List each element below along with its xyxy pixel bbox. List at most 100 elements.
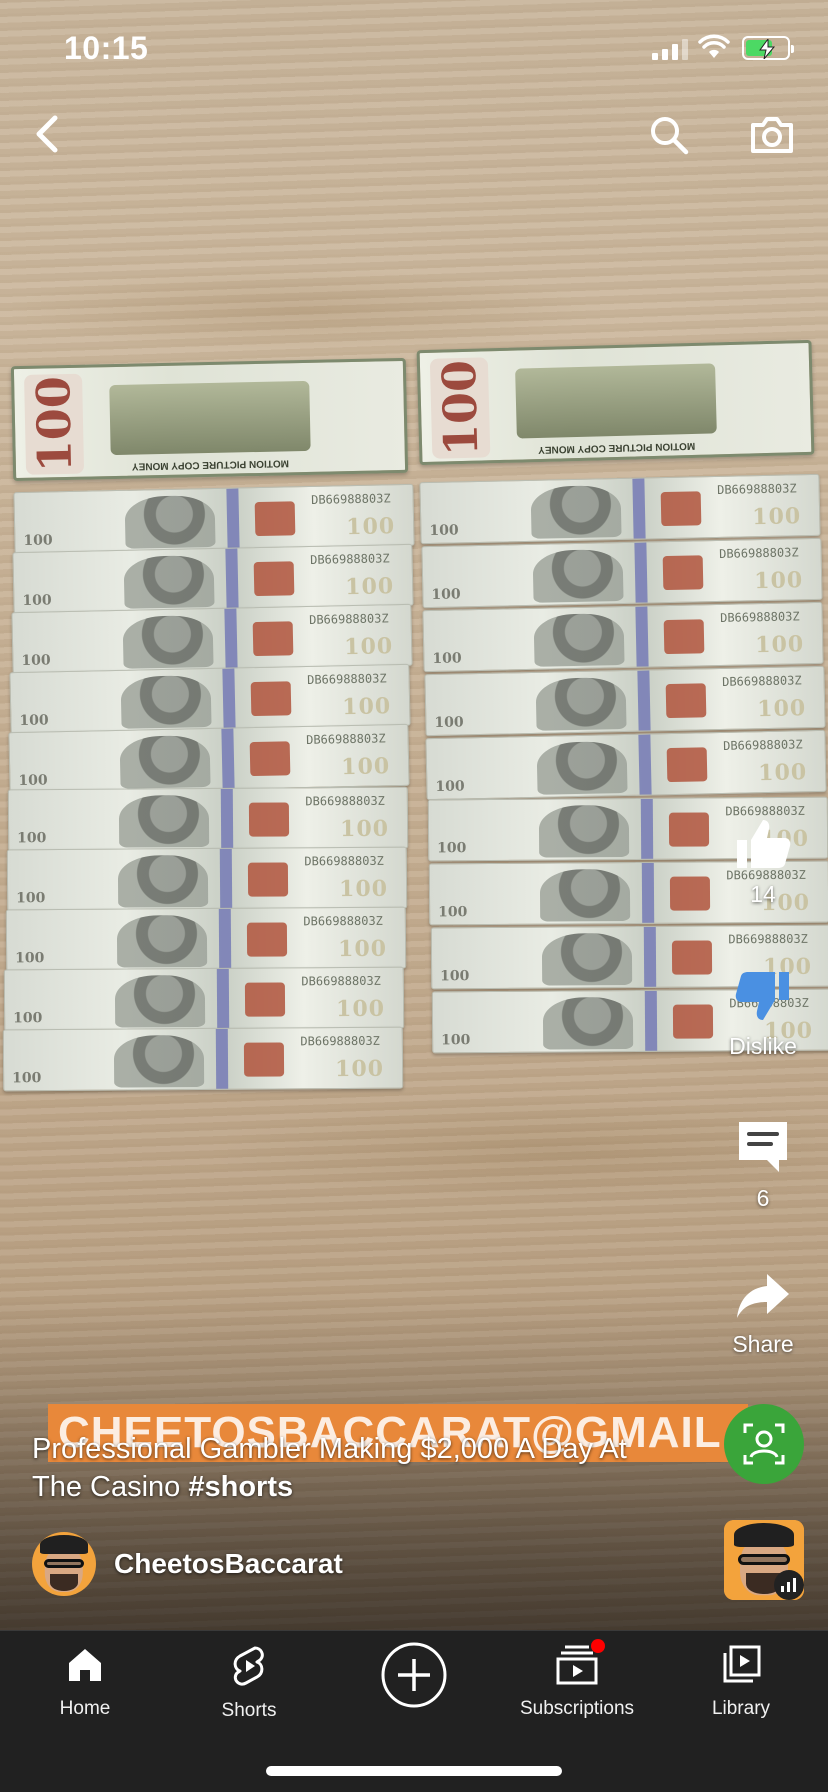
- back-button[interactable]: [24, 108, 72, 160]
- bill-value: 100: [335, 1055, 385, 1083]
- bill-value: 100: [345, 513, 396, 541]
- bill-corner-value: 100: [435, 778, 465, 795]
- bill-serial: DB66988803Z: [727, 931, 808, 947]
- nav-shorts-label: Shorts: [221, 1700, 277, 1721]
- camera-icon: [751, 117, 793, 153]
- bill-corner-value: 100: [436, 840, 466, 857]
- bill-front: DB66988803Z 100 100: [422, 601, 824, 673]
- bill-back-right: 100 MOTION PICTURE COPY MONEY: [416, 339, 815, 466]
- library-icon: [723, 1645, 761, 1683]
- bill-front: DB66988803Z 100 100: [12, 543, 414, 615]
- bill-value: 100: [343, 633, 394, 661]
- bill-front: DB66988803Z 100 100: [6, 846, 408, 912]
- bill-front: DB66988803Z 100 100: [423, 665, 826, 737]
- comment-icon: [739, 1122, 787, 1172]
- bill-corner-value: 100: [17, 830, 47, 847]
- bill-value: 100: [756, 695, 806, 723]
- bill-value: 100: [753, 567, 803, 595]
- nav-create[interactable]: [339, 1641, 489, 1714]
- dislike-label: Dislike: [729, 1033, 797, 1059]
- bill-corner-value: 100: [432, 650, 462, 667]
- comment-count: 6: [756, 1185, 770, 1211]
- bill-serial: DB66988803Z: [307, 671, 388, 687]
- bill-value: 100: [340, 815, 390, 843]
- home-icon: [69, 1649, 101, 1681]
- channel-avatar[interactable]: [32, 1532, 96, 1596]
- green-effect-button[interactable]: [724, 1404, 804, 1484]
- sound-thumbnail[interactable]: [724, 1520, 804, 1600]
- bill-corner-value: 100: [18, 772, 49, 789]
- bill-front: DB66988803Z 100 100: [10, 603, 413, 675]
- bill-value: 100: [336, 995, 386, 1023]
- share-label: Share: [732, 1331, 794, 1357]
- video-player[interactable]: 100 MOTION PICTURE COPY MONEY 100 MOTION…: [0, 0, 828, 1630]
- bill-building: [109, 380, 311, 456]
- bill-serial: DB66988803Z: [722, 737, 803, 753]
- bill-value: 100: [342, 693, 392, 721]
- bill-corner-value: 100: [19, 712, 50, 729]
- bill-front: DB66988803Z 100 100: [425, 729, 827, 801]
- bill-value: 100: [341, 753, 391, 781]
- cellular-signal-icon: [652, 38, 688, 60]
- bill-corner-value: 100: [22, 592, 52, 609]
- bill-front: DB66988803Z 100 100: [9, 663, 411, 735]
- video-title-text: Professional Gambler Making $2,000 A Day…: [32, 1433, 627, 1503]
- chevron-left-icon: [36, 115, 58, 153]
- bill-serial: DB66988803Z: [302, 913, 383, 929]
- bill-corner-value: 100: [430, 586, 461, 603]
- bill-corner-value: 100: [429, 522, 459, 539]
- bill-front: DB66988803Z 100 100: [8, 723, 410, 795]
- bill-serial: DB66988803Z: [309, 551, 390, 567]
- search-button[interactable]: [644, 110, 694, 160]
- camera-button[interactable]: [746, 110, 798, 160]
- charging-bolt-icon: [759, 39, 776, 59]
- bill-serial: DB66988803Z: [718, 545, 799, 561]
- bill-front: DB66988803Z 100 100: [420, 537, 823, 609]
- home-indicator: [266, 1766, 562, 1776]
- bill-back-caption: MOTION PICTURE COPY MONEY: [538, 439, 696, 456]
- sound-wave-icon: [774, 1570, 804, 1600]
- nav-subscriptions[interactable]: Subscriptions: [502, 1639, 652, 1720]
- bill-front: DB66988803Z 100 100: [13, 483, 415, 555]
- battery-icon: [742, 36, 794, 60]
- like-button[interactable]: 14: [708, 818, 818, 908]
- bill-serial: DB66988803Z: [724, 803, 805, 819]
- bill-front: DB66988803Z 100 100: [2, 1026, 404, 1092]
- bill-front: DB66988803Z 100 100: [5, 906, 406, 972]
- bill-back-value: 100: [24, 373, 85, 475]
- bill-corner-value: 100: [439, 968, 469, 985]
- share-button[interactable]: Share: [708, 1272, 818, 1358]
- bill-serial: DB66988803Z: [300, 1033, 381, 1049]
- status-bar: 10:15: [0, 0, 828, 96]
- status-time: 10:15: [64, 30, 149, 66]
- bill-corner-value: 100: [13, 1010, 43, 1027]
- video-title[interactable]: Professional Gambler Making $2,000 A Day…: [32, 1430, 672, 1506]
- bill-value: 100: [344, 573, 395, 601]
- bill-value: 100: [754, 631, 805, 659]
- bill-serial: DB66988803Z: [305, 793, 385, 809]
- nav-subscriptions-label: Subscriptions: [519, 1698, 635, 1719]
- bill-corner-value: 100: [433, 714, 464, 731]
- dislike-button[interactable]: Dislike: [708, 970, 818, 1060]
- bill-back-caption: MOTION PICTURE COPY MONEY: [131, 457, 290, 472]
- bill-serial: DB66988803Z: [306, 731, 386, 747]
- bill-value: 100: [337, 935, 387, 963]
- comments-button[interactable]: 6: [708, 1118, 818, 1212]
- create-plus-icon: [381, 1642, 447, 1708]
- bill-value: 100: [757, 759, 808, 787]
- channel-row[interactable]: CheetosBaccarat: [32, 1532, 343, 1596]
- bill-front: DB66988803Z 100 100: [7, 786, 409, 852]
- like-count: 14: [750, 881, 776, 907]
- nav-shorts[interactable]: Shorts: [174, 1645, 324, 1722]
- bill-serial: DB66988803Z: [304, 853, 384, 869]
- thumbs-down-icon: [735, 972, 789, 1020]
- nav-library[interactable]: Library: [666, 1645, 816, 1720]
- video-hashtag[interactable]: #shorts: [188, 1471, 293, 1503]
- wifi-icon: [698, 34, 730, 65]
- shorts-icon: [233, 1646, 264, 1686]
- bill-serial: DB66988803Z: [301, 973, 382, 989]
- bill-serial: DB66988803Z: [721, 673, 802, 689]
- thumbs-up-icon: [737, 820, 791, 868]
- nav-home[interactable]: Home: [10, 1645, 160, 1720]
- channel-name[interactable]: CheetosBaccarat: [114, 1548, 343, 1580]
